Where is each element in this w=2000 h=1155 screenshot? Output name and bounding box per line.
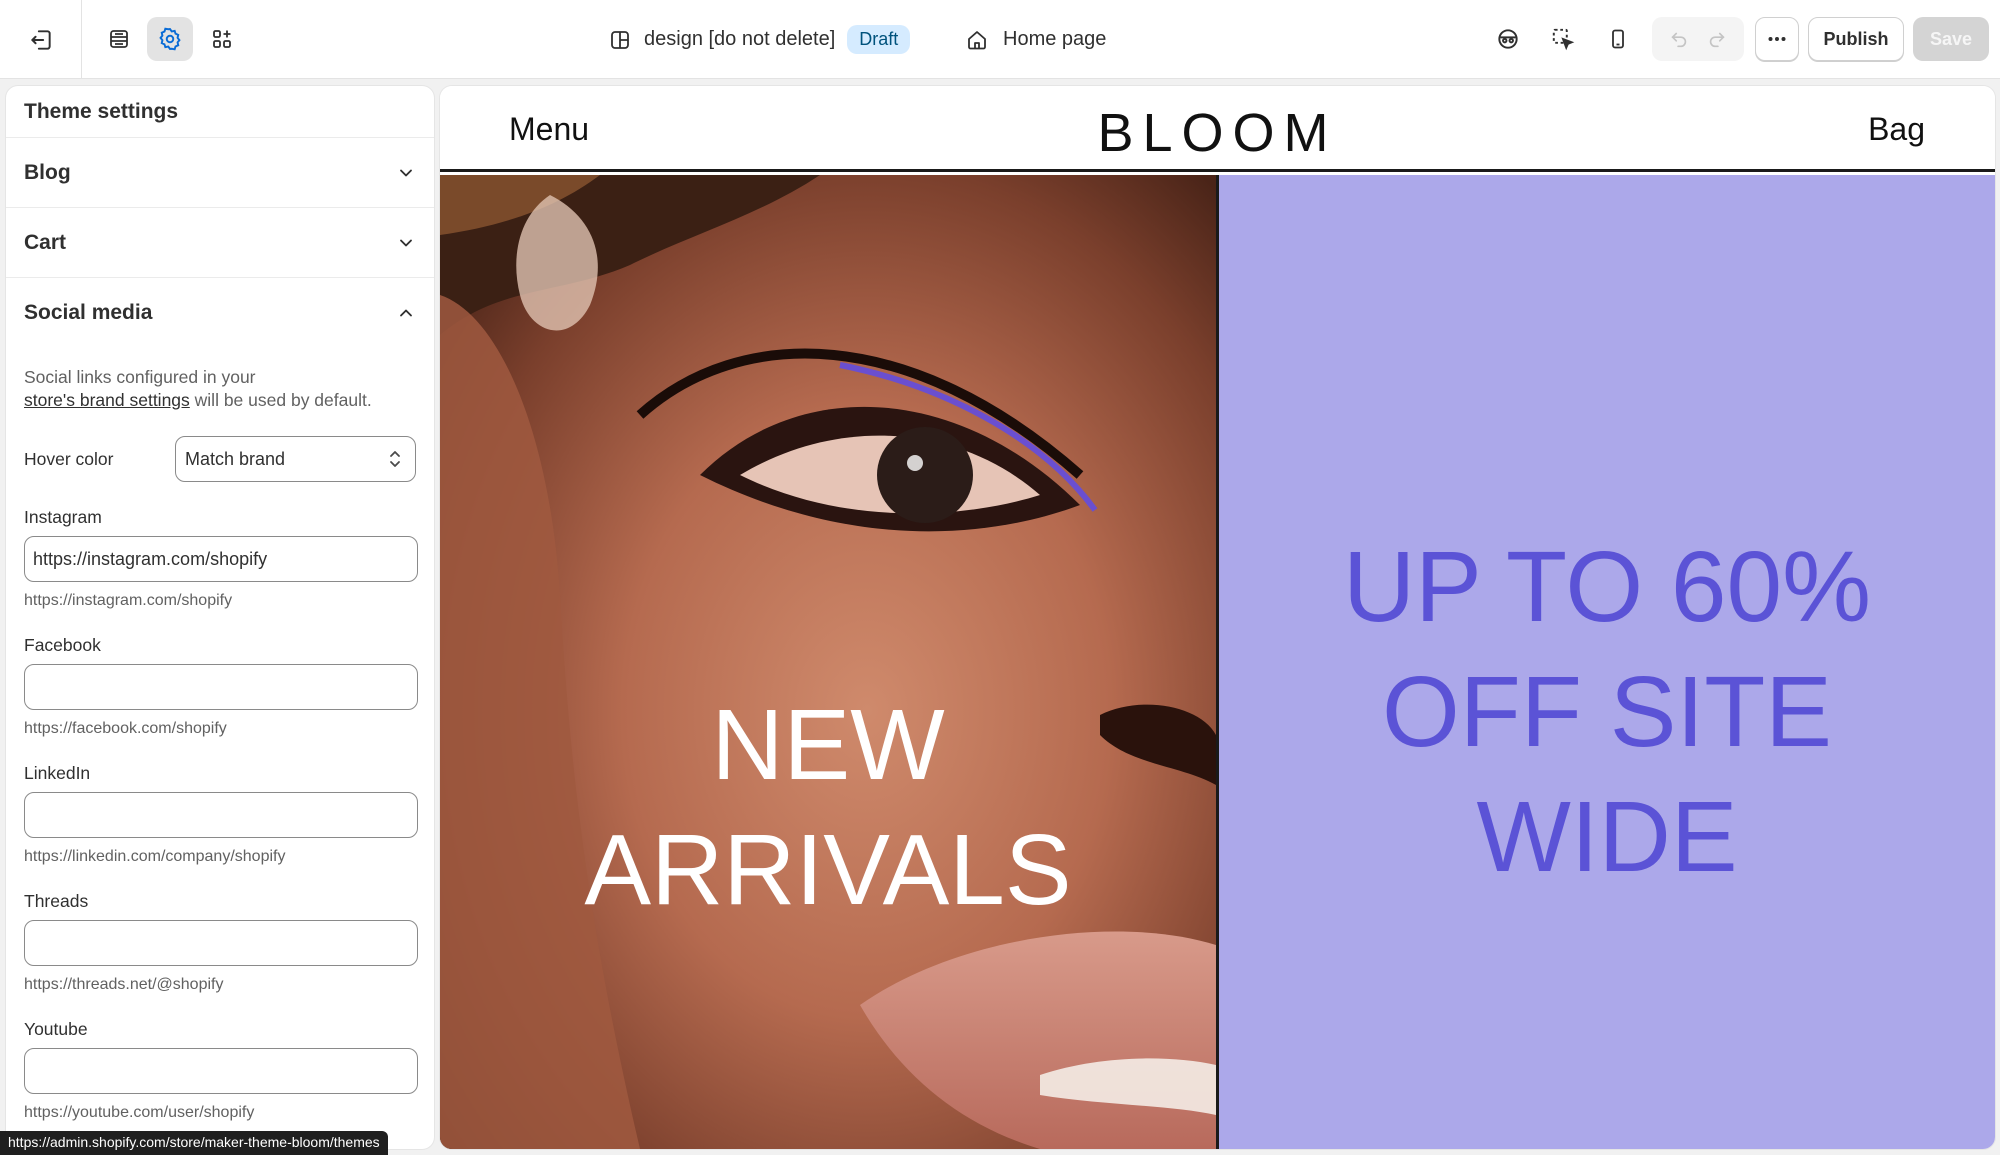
- theme-name: design [do not delete]: [644, 28, 836, 50]
- hover-color-row: Hover color Match brand: [24, 436, 416, 482]
- youtube-field-group: Youtube https://youtube.com/user/shopify: [24, 1019, 418, 1122]
- sale-heading[interactable]: UP TO 60% OFF SITE WIDE: [1219, 525, 1995, 900]
- inspector-button[interactable]: [1540, 17, 1586, 61]
- sale-promo-panel[interactable]: UP TO 60% OFF SITE WIDE: [1219, 175, 1995, 1149]
- facebook-input[interactable]: [24, 664, 418, 710]
- accordion-social-media[interactable]: Social media: [6, 278, 434, 348]
- field-label: Instagram: [24, 507, 102, 527]
- brand-settings-link[interactable]: store's brand settings: [24, 390, 190, 410]
- field-label: Facebook: [24, 635, 101, 655]
- page-name: Home page: [1003, 28, 1107, 50]
- hover-color-label: Hover color: [24, 448, 114, 469]
- instagram-input[interactable]: https://instagram.com/shopify: [24, 536, 418, 582]
- hover-color-value: Match brand: [185, 448, 286, 469]
- page-selector[interactable]: Home page: [965, 0, 1106, 79]
- store-logo[interactable]: BLOOM: [440, 102, 1995, 164]
- editor-topbar: design [do not delete] Draft Home page P…: [0, 0, 2000, 79]
- accordion-blog[interactable]: Blog: [6, 138, 434, 208]
- store-header: Menu BLOOM Bag: [440, 86, 1995, 172]
- accordion-label: Cart: [24, 230, 67, 254]
- threads-field-group: Threads https://threads.net/@shopify: [24, 891, 418, 994]
- theme-settings-panel: Theme settings Blog Cart Social media So…: [6, 86, 434, 1149]
- youtube-input[interactable]: [24, 1048, 418, 1094]
- social-help-text: Social links configured in your store's …: [24, 367, 372, 410]
- undo-redo-group: [1652, 17, 1744, 61]
- redo-icon[interactable]: [1706, 28, 1728, 50]
- exit-icon: [30, 29, 51, 50]
- field-label: Threads: [24, 891, 89, 911]
- select-arrows-icon: [390, 451, 400, 467]
- field-label: Youtube: [24, 1019, 88, 1039]
- undo-icon[interactable]: [1668, 28, 1690, 50]
- home-icon: [968, 30, 986, 49]
- more-icon: [1768, 37, 1786, 41]
- accordion-label: Social media: [24, 301, 153, 324]
- hero-image-panel[interactable]: NEW ARRIVALS: [440, 175, 1216, 1149]
- field-hint: https://facebook.com/shopify: [24, 720, 227, 737]
- chevron-down-icon: [400, 169, 412, 176]
- sections-button[interactable]: [96, 17, 142, 61]
- accordion-label: Blog: [24, 160, 71, 184]
- status-badge: Draft: [847, 25, 911, 54]
- apps-icon: [213, 30, 231, 48]
- field-hint: https://linkedin.com/company/shopify: [24, 848, 286, 865]
- hover-color-select[interactable]: Match brand: [175, 436, 416, 482]
- panel-title: Theme settings: [6, 86, 434, 138]
- save-button[interactable]: Save: [1913, 17, 1989, 61]
- sections-icon: [110, 30, 128, 48]
- social-media-settings: Social links configured in your store's …: [6, 348, 434, 1122]
- storefront-preview[interactable]: Menu BLOOM Bag NEW ARRIVALS UP TO 60% OF…: [440, 86, 1995, 1149]
- hero-portrait-image: [440, 175, 1216, 1149]
- accordion-cart[interactable]: Cart: [6, 208, 434, 278]
- theme-selector[interactable]: design [do not delete] Draft: [608, 0, 911, 79]
- field-hint: https://threads.net/@shopify: [24, 976, 224, 993]
- linkedin-field-group: LinkedIn https://linkedin.com/company/sh…: [24, 763, 418, 866]
- layout-icon: [611, 30, 629, 49]
- mask-icon: [1498, 29, 1518, 49]
- chevron-down-icon: [400, 239, 412, 246]
- instagram-field-group: Instagram https://instagram.com/shopify …: [24, 507, 418, 610]
- link-status-bar: https://admin.shopify.com/store/maker-th…: [0, 1131, 388, 1155]
- more-actions-button[interactable]: [1755, 17, 1799, 61]
- sensitive-data-button[interactable]: [1485, 17, 1531, 61]
- apps-button[interactable]: [199, 17, 245, 61]
- gear-icon: [159, 27, 181, 51]
- new-arrivals-heading[interactable]: NEW ARRIVALS: [440, 683, 1216, 933]
- field-hint: https://instagram.com/shopify: [24, 592, 233, 609]
- exit-button[interactable]: [0, 0, 82, 79]
- threads-input[interactable]: [24, 920, 418, 966]
- store-bag-link[interactable]: Bag: [1868, 111, 1925, 148]
- field-label: LinkedIn: [24, 763, 91, 783]
- chevron-up-icon: [400, 309, 412, 317]
- linkedin-input[interactable]: [24, 792, 418, 838]
- theme-settings-button[interactable]: [147, 17, 193, 61]
- field-hint: https://youtube.com/user/shopify: [24, 1104, 255, 1121]
- publish-button[interactable]: Publish: [1808, 17, 1904, 61]
- cursor-select-icon: [1552, 28, 1575, 51]
- facebook-field-group: Facebook https://facebook.com/shopify: [24, 635, 418, 738]
- mobile-preview-button[interactable]: [1595, 17, 1641, 61]
- mobile-icon: [1612, 29, 1624, 49]
